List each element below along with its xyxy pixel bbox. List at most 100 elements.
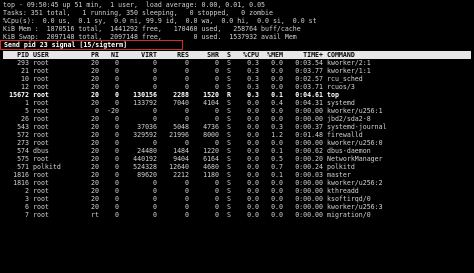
process-row[interactable]: 1816 root 20 0 0 0 0 S 0.0 0.0 0:00.00 kworker/u256…: [3, 179, 471, 187]
col-pid[interactable]: PID: [3, 51, 29, 59]
process-time: 0:00.00: [295, 107, 323, 115]
process-command: kthreadd: [327, 187, 359, 195]
process-user: root: [33, 155, 49, 163]
process-mem: 0.1: [271, 91, 283, 99]
process-state: S: [227, 75, 231, 83]
process-mem: 0.0: [271, 83, 283, 91]
process-row[interactable]: 571 polkitd 20 0 524328 12640 4680 S 0.0 0.7 0:00.…: [3, 163, 471, 171]
process-res: 21996: [169, 131, 189, 139]
process-priority: 20: [91, 59, 99, 67]
process-row[interactable]: 543 root 20 0 37036 5048 4736 S 0.0 0.3 0:00.37 sys…: [3, 123, 471, 131]
process-priority: 20: [91, 195, 99, 203]
process-user: polkitd: [33, 163, 61, 171]
process-row[interactable]: 273 root 20 0 0 0 0 S 0.0 0.0 0:00.00 kworker/u256:…: [3, 139, 471, 147]
tasks-line: Tasks: 351 total, 1 running, 350 sleepin…: [3, 9, 273, 17]
col-pr[interactable]: PR: [77, 51, 99, 59]
col-command[interactable]: COMMAND: [323, 51, 471, 59]
col-cpu[interactable]: %CPU: [231, 51, 259, 59]
process-time: 0:02.57: [295, 75, 323, 83]
process-virt: 329592: [133, 131, 157, 139]
process-nice: 0: [115, 171, 119, 179]
process-command: rcuos/3: [327, 83, 355, 91]
process-pid: 273: [17, 139, 29, 147]
col-mem[interactable]: %MEM: [259, 51, 283, 59]
process-res: 0: [185, 203, 189, 211]
process-cpu: 0.0: [247, 147, 259, 155]
process-row[interactable]: 15672 root 20 0 130156 2288 1520 R 0.3 0.1 0:04.61…: [3, 91, 471, 99]
process-virt: 130156: [133, 91, 157, 99]
process-row[interactable]: 574 dbus 20 0 24480 1484 1220 S 0.0 0.1 0:00.62 dbu…: [3, 147, 471, 155]
process-state: S: [227, 107, 231, 115]
process-command: top: [327, 91, 339, 99]
process-nice: 0: [115, 147, 119, 155]
process-row[interactable]: 21 root 20 0 0 0 0 S 0.3 0.0 0:03.77 kworker/1:1: [3, 67, 471, 75]
col-shr[interactable]: SHR: [189, 51, 219, 59]
col-res[interactable]: RES: [157, 51, 189, 59]
process-row[interactable]: 1 root 20 0 133792 7040 4104 S 0.0 0.4 0:04.31 syst…: [3, 99, 471, 107]
process-res: 12640: [169, 163, 189, 171]
process-cpu: 0.0: [247, 203, 259, 211]
col-state[interactable]: S: [219, 51, 231, 59]
process-mem: 1.2: [271, 131, 283, 139]
process-virt: 0: [153, 75, 157, 83]
process-time: 0:00.00: [295, 187, 323, 195]
process-cpu: 0.0: [247, 131, 259, 139]
process-nice: 0: [115, 59, 119, 67]
process-row[interactable]: 572 root 20 0 329592 21996 8000 S 0.0 1.2 0:01.48 f…: [3, 131, 471, 139]
process-row[interactable]: 7 root rt 0 0 0 0 S 0.0 0.0 0:00.00 migration/0: [3, 211, 471, 219]
col-time[interactable]: TIME+: [283, 51, 323, 59]
process-nice: -20: [107, 107, 119, 115]
process-pid: 6: [25, 203, 29, 211]
process-res: 0: [185, 187, 189, 195]
process-row[interactable]: 26 root 20 0 0 0 0 S 0.0 0.0 0:00.00 jbd2/sda2-8: [3, 115, 471, 123]
process-shr: 0: [215, 203, 219, 211]
col-user[interactable]: USER: [29, 51, 77, 59]
process-row[interactable]: 12 root 20 0 0 0 0 S 0.3 0.0 0:03.71 rcuos/3: [3, 83, 471, 91]
process-command: NetworkManager: [327, 155, 383, 163]
process-priority: rt: [91, 211, 99, 219]
col-ni[interactable]: NI: [99, 51, 119, 59]
process-command: rcu_sched: [327, 75, 363, 83]
process-user: root: [33, 139, 49, 147]
process-row[interactable]: 6 root 20 0 0 0 0 S 0.0 0.0 0:00.00 kworker/u256:3: [3, 203, 471, 211]
process-mem: 0.0: [271, 179, 283, 187]
process-pid: 572: [17, 131, 29, 139]
process-mem: 0.3: [271, 123, 283, 131]
process-row[interactable]: 2 root 20 0 0 0 0 S 0.0 0.0 0:00.00 kthreadd: [3, 187, 471, 195]
process-row[interactable]: 575 root 20 0 440192 9404 6164 S 0.0 0.5 0:00.20 Ne…: [3, 155, 471, 163]
process-row[interactable]: 5 root 0 -20 0 0 0 S 0.0 0.0 0:00.00 kworker/u256:1: [3, 107, 471, 115]
col-virt[interactable]: VIRT: [119, 51, 157, 59]
process-cpu: 0.0: [247, 195, 259, 203]
process-mem: 0.4: [271, 99, 283, 107]
process-command: dbus-daemon: [327, 147, 371, 155]
process-row[interactable]: 1816 root 20 0 89620 2212 1180 S 0.0 0.1 0:00.03 ma…: [3, 171, 471, 179]
process-virt: 0: [153, 83, 157, 91]
process-pid: 3: [25, 195, 29, 203]
process-mem: 0.0: [271, 115, 283, 123]
process-command: systemd-journal: [327, 123, 387, 131]
process-row[interactable]: 3 root 20 0 0 0 0 S 0.0 0.0 0:00.00 ksoftirqd/0: [3, 195, 471, 203]
process-nice: 0: [115, 91, 119, 99]
process-mem: 0.0: [271, 75, 283, 83]
process-pid: 571: [17, 163, 29, 171]
process-time: 0:04.61: [295, 91, 323, 99]
process-state: S: [227, 131, 231, 139]
process-priority: 20: [91, 171, 99, 179]
process-res: 0: [185, 139, 189, 147]
process-time: 0:00.20: [295, 155, 323, 163]
process-shr: 4104: [203, 99, 219, 107]
process-pid: 574: [17, 147, 29, 155]
process-state: S: [227, 99, 231, 107]
process-cpu: 0.0: [247, 211, 259, 219]
process-res: 0: [185, 115, 189, 123]
process-time: 0:00.62: [295, 147, 323, 155]
process-row[interactable]: 10 root 20 0 0 0 0 S 0.3 0.0 0:02.57 rcu_sched: [3, 75, 471, 83]
process-time: 0:00.00: [295, 179, 323, 187]
kill-signal-prompt-area: Send pid 23 signal [15/sigterm]: [0, 40, 471, 51]
process-mem: 0.0: [271, 187, 283, 195]
process-virt: 37036: [137, 123, 157, 131]
process-res: 0: [185, 195, 189, 203]
kill-signal-prompt[interactable]: Send pid 23 signal [15/sigterm]: [2, 41, 127, 50]
process-row[interactable]: 293 root 20 0 0 0 0 S 0.3 0.0 0:03.54 kworker/2:1: [3, 59, 471, 67]
process-time: 0:00.00: [295, 139, 323, 147]
